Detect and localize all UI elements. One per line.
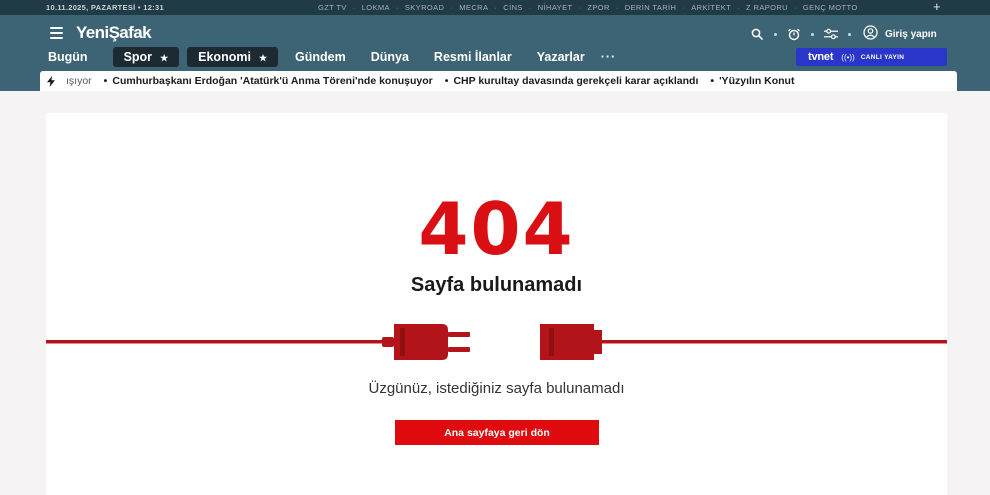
ticker-bullet: • [710, 75, 715, 87]
star-icon: ★ [258, 53, 268, 63]
settings-sliders-icon[interactable] [824, 27, 838, 41]
error-message: Üzgünüz, istediğiniz sayfa bulunamadı [368, 380, 625, 397]
network-link-gzt-tv[interactable]: GZT TV [318, 3, 347, 12]
nav-item-gundem[interactable]: Gündem [295, 50, 346, 64]
plus-icon[interactable]: + [933, 0, 941, 14]
tvnet-logo: tvnet [808, 51, 834, 63]
nav-item-label: Spor [123, 50, 153, 64]
user-icon [863, 25, 878, 43]
nav-item-spor[interactable]: Spor ★ [112, 47, 180, 67]
login-label: Giriş yapın [885, 28, 937, 40]
nav-item-label: Ekonomi [198, 50, 251, 64]
search-icon[interactable] [750, 27, 764, 41]
network-links: GZT TV · LOKMA · SKYROAD · MECRA · CİNS · NİH… [318, 3, 858, 12]
go-home-button[interactable]: Ana sayfaya geri dön [395, 420, 599, 445]
header-actions: Giriş yapın [750, 25, 937, 43]
network-link-derin-tarih[interactable]: DERİN TARİH [625, 3, 677, 12]
broadcast-icon: ((•)) [841, 52, 855, 62]
network-link-lokma[interactable]: LOKMA [362, 3, 390, 12]
network-link-nihayet[interactable]: NİHAYET [538, 3, 573, 12]
unplugged-cable-icon [46, 324, 947, 360]
breaking-news-ticker: ışıyor • Cumhurbaşkanı Erdoğan 'Atatürk'… [40, 71, 957, 91]
date-time: 10.11.2025, PAZARTESİ • 12:31 [46, 3, 164, 12]
nav-item-ekonomi[interactable]: Ekonomi ★ [187, 47, 279, 67]
error-title: Sayfa bulunamadı [410, 274, 583, 296]
top-utility-bar: 10.11.2025, PAZARTESİ • 12:31 GZT TV · LO… [0, 0, 990, 15]
site-header: YeniŞafak Bugün Spor ★ Ekonomi ★ Gündem Dü… [0, 15, 990, 70]
star-icon: ★ [160, 53, 169, 63]
login-button[interactable]: Giriş yapın [863, 25, 937, 43]
live-label: CANLI YAYIN [860, 53, 905, 61]
ticker-item[interactable]: CHP kurultay davasında gerekçeli karar a… [453, 75, 698, 87]
nav-item-resmi-ilanlar[interactable]: Resmi İlanlar [434, 50, 512, 64]
ticker-item[interactable]: Cumhurbaşkanı Erdoğan 'Atatürk'ü Anma Tö… [112, 75, 432, 87]
network-link-arkitekt[interactable]: ARKİTEKT [691, 3, 731, 12]
ticker-band: ışıyor • Cumhurbaşkanı Erdoğan 'Atatürk'… [0, 70, 990, 91]
network-link-skyroad[interactable]: SKYROAD [405, 3, 444, 12]
ticker-bullet: • [444, 75, 449, 87]
more-menu-button[interactable]: ··· [601, 50, 617, 64]
tvnet-live-button[interactable]: tvnet ((•)) CANLI YAYIN [796, 48, 947, 66]
error-code: 404 [418, 187, 575, 271]
network-link-cins[interactable]: CİNS [503, 3, 523, 12]
main-nav: Bugün Spor ★ Ekonomi ★ Gündem Dünya Resmi … [48, 47, 641, 67]
network-link-mecra[interactable]: MECRA [459, 3, 488, 12]
alarm-icon[interactable] [787, 27, 801, 41]
error-card: 404 Sayfa bulunamadı Üzgünüz, istediğini… [46, 113, 947, 495]
network-link-genc-motto[interactable]: GENÇ MOTTO [803, 3, 858, 12]
network-link-zpor[interactable]: ZPOR [587, 3, 609, 12]
ticker-item[interactable]: ışıyor [66, 75, 92, 87]
bolt-icon [40, 75, 62, 87]
menu-icon[interactable] [50, 27, 63, 42]
ticker-bullet: • [103, 75, 108, 87]
ticker-item[interactable]: 'Yüzyılın Konut [719, 75, 794, 87]
site-logo[interactable]: YeniŞafak [76, 23, 152, 43]
nav-item-yazarlar[interactable]: Yazarlar [537, 50, 585, 64]
nav-item-bugun[interactable]: Bugün [48, 50, 88, 64]
network-link-z-raporu[interactable]: Z RAPORU [746, 3, 788, 12]
nav-item-dunya[interactable]: Dünya [371, 50, 409, 64]
